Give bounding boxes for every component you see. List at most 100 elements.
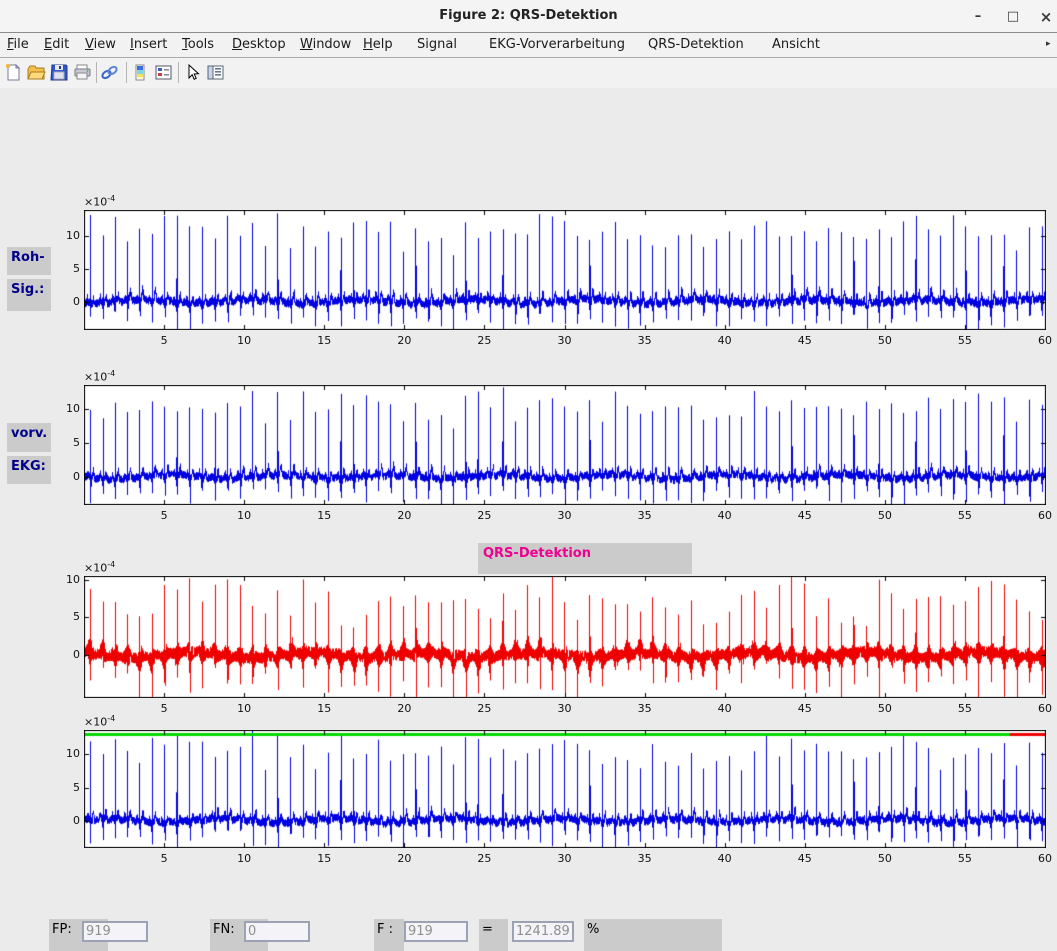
link-plot-icon[interactable] <box>100 63 119 82</box>
x-tick-label: 50 <box>869 852 901 865</box>
x-tick-label: 20 <box>388 852 420 865</box>
menu-desktop[interactable]: Desktop <box>232 37 286 52</box>
qrs-detection-plot-canvas <box>84 576 1046 698</box>
x-tick-label: 30 <box>549 702 581 715</box>
y-axis-exponent-label: ×10-4 <box>84 369 115 384</box>
x-tick-label: 35 <box>629 702 661 715</box>
menu-insert[interactable]: Insert <box>130 37 167 52</box>
insert-colorbar-icon[interactable] <box>131 63 150 82</box>
menu-ekg-vorverarbeitung[interactable]: EKG-Vorverarbeitung <box>489 37 625 52</box>
x-tick-label: 35 <box>629 334 661 347</box>
x-tick-label: 45 <box>789 702 821 715</box>
fn-input[interactable] <box>244 921 310 942</box>
x-tick-label: 25 <box>468 334 500 347</box>
toolbar <box>0 58 1057 89</box>
open-folder-icon[interactable] <box>27 63 46 82</box>
y-tick-label: 10 <box>40 747 80 760</box>
x-tick-label: 15 <box>308 852 340 865</box>
x-tick-label: 20 <box>388 702 420 715</box>
x-tick-label: 60 <box>1029 702 1057 715</box>
x-tick-label: 45 <box>789 852 821 865</box>
x-tick-label: 30 <box>549 509 581 522</box>
x-tick-label: 35 <box>629 852 661 865</box>
close-button[interactable]: × <box>1036 7 1056 27</box>
x-tick-label: 25 <box>468 852 500 865</box>
menu-ansicht[interactable]: Ansicht <box>772 37 820 52</box>
x-tick-label: 20 <box>388 334 420 347</box>
x-tick-label: 55 <box>949 852 981 865</box>
menu-overflow-icon[interactable]: ▸ <box>1046 39 1051 49</box>
x-tick-label: 40 <box>709 702 741 715</box>
y-tick-label: 5 <box>40 781 80 794</box>
y-tick-label: 0 <box>40 648 80 661</box>
menu-window[interactable]: Window <box>300 37 351 52</box>
x-tick-label: 55 <box>949 702 981 715</box>
f-percent-input[interactable] <box>512 921 574 942</box>
x-tick-label: 5 <box>148 334 180 347</box>
menu-signal[interactable]: Signal <box>417 37 457 52</box>
x-tick-label: 25 <box>468 702 500 715</box>
x-tick-label: 50 <box>869 334 901 347</box>
menu-help[interactable]: Help <box>363 37 393 52</box>
fp-input[interactable] <box>82 921 148 942</box>
x-tick-label: 10 <box>228 334 260 347</box>
y-axis-exponent-label: ×10-4 <box>84 194 115 209</box>
x-tick-label: 35 <box>629 509 661 522</box>
x-tick-label: 50 <box>869 509 901 522</box>
y-tick-label: 10 <box>40 229 80 242</box>
matlab-figure-window: Figure 2: QRS-Detektion – □ × ▸ File Edit… <box>0 0 1057 863</box>
x-tick-label: 25 <box>468 509 500 522</box>
x-tick-label: 55 <box>949 509 981 522</box>
x-tick-label: 15 <box>308 702 340 715</box>
y-axis-exponent-label: ×10-4 <box>84 714 115 729</box>
figure-canvas-area: Roh- Sig.: vorv. EKG: QRS-Detektion FP: … <box>0 88 1057 863</box>
x-tick-label: 45 <box>789 509 821 522</box>
new-document-icon[interactable] <box>4 63 23 82</box>
insert-legend-icon[interactable] <box>154 63 173 82</box>
maximize-button[interactable]: □ <box>1003 7 1023 27</box>
menu-bar: ▸ File Edit View Insert Tools Desktop Window He… <box>0 33 1057 58</box>
preprocessed-ecg-plot-canvas <box>84 385 1046 505</box>
x-tick-label: 20 <box>388 509 420 522</box>
y-tick-label: 5 <box>40 610 80 623</box>
toolbar-separator <box>126 62 127 83</box>
menu-tools[interactable]: Tools <box>182 37 214 52</box>
x-tick-label: 15 <box>308 334 340 347</box>
x-tick-label: 40 <box>709 852 741 865</box>
raw-signal-plot-canvas <box>84 210 1046 330</box>
window-title: Figure 2: QRS-Detektion <box>0 8 1057 23</box>
property-editor-icon[interactable] <box>206 63 225 82</box>
x-tick-label: 60 <box>1029 509 1057 522</box>
y-axis-exponent-label: ×10-4 <box>84 560 115 575</box>
y-tick-label: 10 <box>40 573 80 586</box>
y-tick-label: 0 <box>40 814 80 827</box>
x-tick-label: 60 <box>1029 852 1057 865</box>
x-tick-label: 5 <box>148 852 180 865</box>
menu-edit[interactable]: Edit <box>44 37 69 52</box>
x-tick-label: 45 <box>789 334 821 347</box>
print-icon[interactable] <box>73 63 92 82</box>
equals-label: = <box>479 919 508 951</box>
minimize-button[interactable]: – <box>968 7 988 27</box>
y-tick-label: 0 <box>40 295 80 308</box>
y-tick-label: 5 <box>40 436 80 449</box>
x-tick-label: 55 <box>949 334 981 347</box>
save-icon[interactable] <box>50 63 69 82</box>
f-input[interactable] <box>404 921 468 942</box>
x-tick-label: 10 <box>228 509 260 522</box>
qrs-detection-title-box: QRS-Detektion <box>478 543 692 574</box>
x-tick-label: 10 <box>228 702 260 715</box>
pointer-icon[interactable] <box>183 63 202 82</box>
x-tick-label: 40 <box>709 509 741 522</box>
x-tick-label: 5 <box>148 702 180 715</box>
percent-label: % <box>584 919 722 951</box>
x-tick-label: 60 <box>1029 334 1057 347</box>
menu-view[interactable]: View <box>85 37 116 52</box>
toolbar-separator <box>96 62 97 83</box>
menu-qrs-detektion[interactable]: QRS-Detektion <box>648 37 744 52</box>
detection-result-plot-canvas <box>84 730 1046 848</box>
qrs-detection-title: QRS-Detektion <box>478 543 692 561</box>
menu-file[interactable]: File <box>7 37 29 52</box>
y-tick-label: 10 <box>40 402 80 415</box>
x-tick-label: 15 <box>308 509 340 522</box>
